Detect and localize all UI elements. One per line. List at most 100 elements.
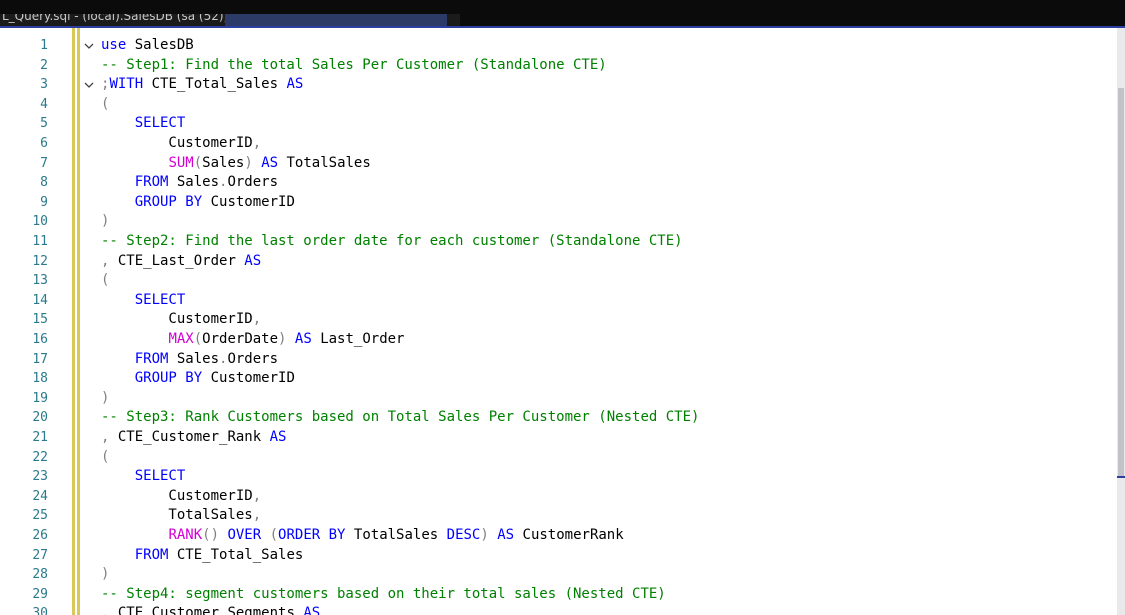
sql-identifier: OrderDate bbox=[202, 331, 279, 347]
code-text[interactable]: -- Step1: Find the total Sales Per Custo… bbox=[101, 56, 607, 76]
code-line[interactable]: 30 , CTE_Customer_Segments AS bbox=[0, 604, 1117, 615]
line-number: 28 bbox=[32, 567, 48, 583]
code-text[interactable]: SELECT bbox=[101, 114, 186, 134]
code-line[interactable]: 18 GROUP BY CustomerID bbox=[0, 369, 1117, 389]
code-text[interactable]: , CTE_Last_Order AS bbox=[101, 252, 261, 272]
code-text[interactable]: CustomerID, bbox=[101, 310, 261, 330]
code-text[interactable]: ) bbox=[101, 565, 109, 585]
code-line[interactable]: 23 SELECT bbox=[0, 467, 1117, 487]
line-number: 11 bbox=[32, 234, 48, 249]
code-line[interactable]: 7 SUM(Sales) AS TotalSales bbox=[0, 154, 1117, 174]
code-line[interactable]: 16 MAX(OrderDate) AS Last_Order bbox=[0, 330, 1117, 350]
code-line[interactable]: 27 FROM CTE_Total_Sales bbox=[0, 546, 1117, 566]
line-number: 3 bbox=[40, 77, 48, 93]
code-text[interactable]: CustomerID, bbox=[101, 134, 261, 154]
code-text[interactable]: , CTE_Customer_Rank AS bbox=[101, 428, 286, 448]
line-number: 27 bbox=[32, 547, 48, 563]
code-text[interactable]: MAX(OrderDate) AS Last_Order bbox=[101, 330, 404, 350]
line-number: 8 bbox=[40, 175, 48, 191]
sql-keyword: AS bbox=[269, 429, 287, 445]
code-line[interactable]: 13 ( bbox=[0, 271, 1117, 291]
code-text[interactable]: -- Step3: Rank Customers based on Total … bbox=[101, 408, 699, 428]
sql-keyword: AS bbox=[294, 331, 312, 347]
sql-identifier: TotalSales bbox=[101, 507, 253, 524]
code-text[interactable]: ( bbox=[101, 271, 109, 291]
code-line[interactable]: 19) bbox=[0, 389, 1117, 409]
sql-keyword: AS bbox=[244, 252, 262, 269]
code-text[interactable]: SUM(Sales) AS TotalSales bbox=[101, 154, 371, 174]
code-text[interactable]: GROUP BY CustomerID bbox=[101, 193, 295, 213]
code-line[interactable]: 21 , CTE_Customer_Rank AS bbox=[0, 428, 1117, 448]
sql-punctuation: ) bbox=[101, 389, 110, 406]
code-line[interactable]: 8 FROM Sales.Orders bbox=[0, 173, 1117, 193]
code-line[interactable]: 1 use SalesDB bbox=[0, 36, 1117, 56]
code-text[interactable]: , CTE_Customer_Segments AS bbox=[101, 604, 320, 615]
sql-identifier bbox=[489, 527, 497, 543]
sql-identifier: CustomerID bbox=[101, 487, 253, 504]
document-tab[interactable]: L_Query.sql - (local).SalesDB (sa (52))*… bbox=[2, 14, 262, 23]
code-text[interactable]: FROM Sales.Orders bbox=[101, 350, 278, 370]
code-text[interactable]: CustomerID, bbox=[101, 487, 261, 507]
code-line[interactable]: 12 , CTE_Last_Order AS bbox=[0, 252, 1117, 272]
sql-punctuation: () bbox=[202, 527, 220, 543]
code-line[interactable]: 14 SELECT bbox=[0, 291, 1117, 311]
sql-punctuation: , bbox=[252, 135, 262, 151]
code-text[interactable]: ( bbox=[101, 95, 109, 115]
code-text[interactable]: ( bbox=[101, 448, 109, 468]
code-text[interactable]: ;WITH CTE_Total_Sales AS bbox=[101, 75, 303, 95]
sql-identifier: Last_Order bbox=[311, 331, 405, 347]
line-number: 10 bbox=[32, 214, 48, 230]
sql-punctuation: ( bbox=[101, 272, 110, 289]
code-line[interactable]: 2 -- Step1: Find the total Sales Per Cust… bbox=[0, 56, 1117, 76]
sql-identifier: TotalSales bbox=[278, 154, 371, 171]
code-text[interactable]: FROM Sales.Orders bbox=[101, 173, 278, 193]
code-line[interactable]: 4( bbox=[0, 95, 1117, 115]
scrollbar-thumb[interactable] bbox=[1118, 88, 1124, 478]
line-number: 6 bbox=[40, 136, 48, 151]
code-text[interactable]: SELECT bbox=[101, 467, 186, 487]
code-text[interactable]: RANK() OVER (ORDER BY TotalSales DESC) A… bbox=[101, 526, 623, 546]
code-line[interactable]: 15 CustomerID, bbox=[0, 310, 1117, 330]
code-text[interactable]: ) bbox=[101, 389, 109, 409]
code-text[interactable]: GROUP BY CustomerID bbox=[101, 369, 295, 389]
code-line[interactable]: 20 -- Step3: Rank Customers based on Tota… bbox=[0, 408, 1117, 428]
code-line[interactable]: 25 TotalSales, bbox=[0, 506, 1117, 526]
line-number: 13 bbox=[32, 273, 48, 289]
sql-keyword: OVER bbox=[227, 527, 262, 543]
title-bar: L_Query.sql - (local).SalesDB (sa (52))*… bbox=[0, 0, 1125, 28]
sql-identifier: TotalSales bbox=[345, 527, 447, 543]
sql-identifier: Orders bbox=[227, 174, 279, 191]
code-text[interactable]: TotalSales, bbox=[101, 506, 261, 526]
sql-keyword: GROUP BY bbox=[134, 370, 203, 387]
code-text[interactable]: SELECT bbox=[101, 291, 186, 311]
code-text[interactable]: -- Step4: segment customers based on the… bbox=[101, 585, 666, 605]
code-line[interactable]: 10) bbox=[0, 212, 1117, 232]
code-editor[interactable]: 1 use SalesDB 2 -- Step1: Find the total Sa… bbox=[0, 28, 1117, 615]
line-number: 30 bbox=[32, 606, 48, 615]
code-line[interactable]: 29 -- Step4: segment customers based on t… bbox=[0, 585, 1117, 605]
code-line[interactable]: 17 FROM Sales.Orders bbox=[0, 350, 1117, 370]
line-number: 22 bbox=[32, 449, 48, 465]
chevron-down-icon[interactable] bbox=[82, 75, 96, 95]
code-line[interactable]: 28) bbox=[0, 565, 1117, 585]
scrollbar-position-marker bbox=[1117, 476, 1125, 478]
sql-comment: -- Step1: Find the total Sales Per Custo… bbox=[101, 56, 607, 73]
code-line[interactable]: 3 ;WITH CTE_Total_Sales AS bbox=[0, 75, 1117, 95]
code-line[interactable]: 22 ( bbox=[0, 448, 1117, 468]
sql-identifier bbox=[101, 155, 168, 171]
code-text[interactable]: use SalesDB bbox=[101, 36, 194, 56]
code-line[interactable]: 26 RANK() OVER (ORDER BY TotalSales DESC… bbox=[0, 526, 1117, 546]
sql-punctuation: ( bbox=[193, 154, 203, 171]
chevron-down-icon[interactable] bbox=[82, 36, 96, 56]
code-text[interactable]: FROM CTE_Total_Sales bbox=[101, 546, 304, 566]
code-line[interactable]: 9 GROUP BY CustomerID bbox=[0, 193, 1117, 213]
code-line[interactable]: 11 -- Step2: Find the last order date for… bbox=[0, 232, 1117, 252]
code-text[interactable]: -- Step2: Find the last order date for e… bbox=[101, 232, 683, 252]
sql-keyword: SELECT bbox=[134, 468, 186, 485]
code-line[interactable]: 6 CustomerID, bbox=[0, 134, 1117, 154]
code-text[interactable]: ) bbox=[101, 212, 109, 232]
code-line[interactable]: 24 CustomerID, bbox=[0, 487, 1117, 507]
code-line[interactable]: 5 SELECT bbox=[0, 114, 1117, 134]
sql-identifier: Sales bbox=[168, 174, 220, 191]
sql-identifier bbox=[101, 351, 135, 367]
